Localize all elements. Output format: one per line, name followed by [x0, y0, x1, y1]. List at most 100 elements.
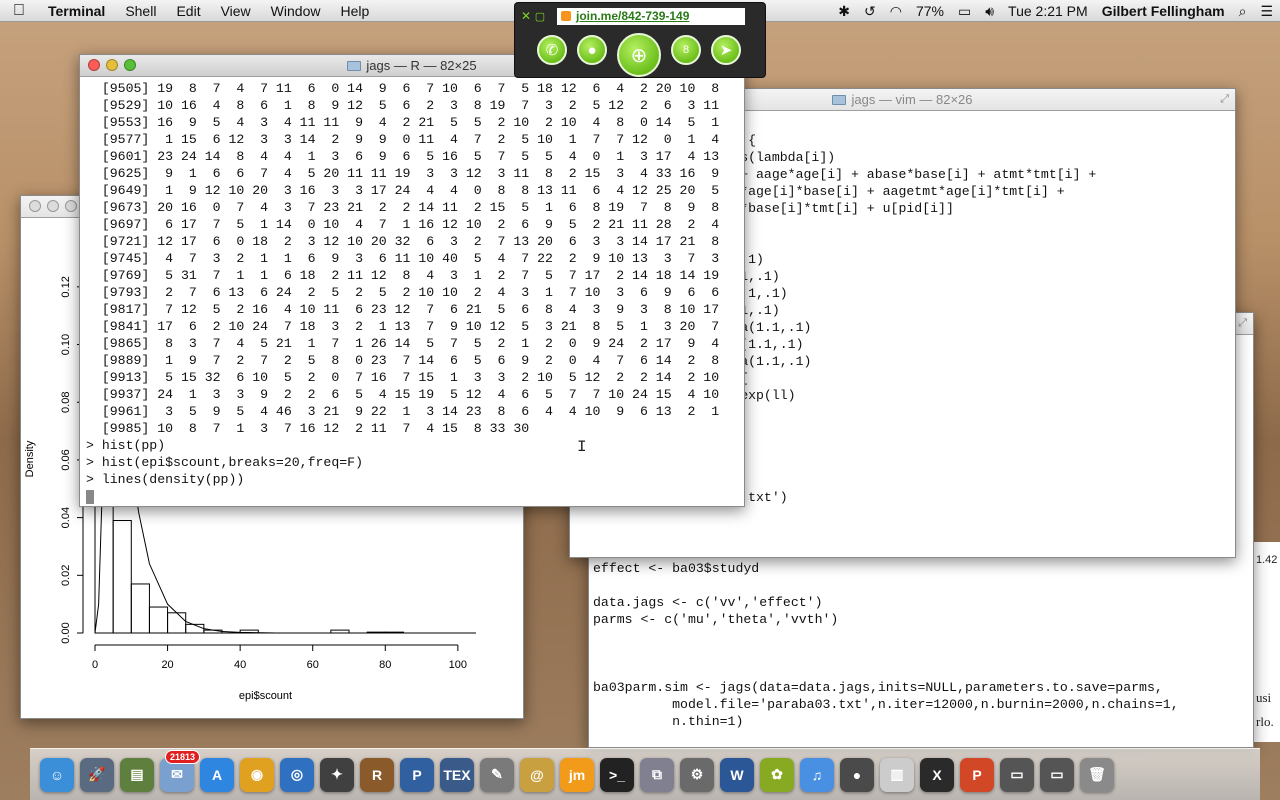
console-line: [9505] 19 8 7 4 7 11 6 0 14 9 6 7 10 6 7… [86, 81, 720, 96]
background-document-edge: 1.42 usi rlo. [1253, 542, 1280, 742]
bluetooth-icon[interactable]: ✱ [831, 3, 857, 20]
dock-growl-icon[interactable]: ✦ [320, 757, 354, 792]
dock-x11-icon[interactable]: X [920, 757, 954, 792]
dock-terminal-icon[interactable]: >_ [600, 757, 634, 792]
y-tick-label: 0.10 [60, 334, 72, 355]
menu-shell[interactable]: Shell [115, 3, 166, 19]
x-tick-label: 20 [161, 659, 173, 671]
pointer-icon[interactable]: ➤ [711, 35, 741, 65]
vim-title: jags — vim — 82×26 [851, 92, 973, 107]
console-line: [9913] 5 15 32 6 10 5 2 0 7 16 7 15 1 3 … [86, 370, 720, 385]
peek-text-2: usi [1256, 690, 1272, 705]
dock-window2-icon[interactable]: ▭ [1040, 757, 1074, 792]
x-axis-label: epi$scount [239, 690, 292, 702]
x-tick-label: 100 [449, 659, 467, 671]
close-button[interactable] [88, 59, 100, 71]
console-line: [9769] 5 31 7 1 1 6 18 2 11 12 8 4 3 1 2… [86, 268, 720, 283]
y-tick-label: 0.08 [60, 392, 72, 413]
status-area: ✱ ↺ ◠ 77% ▭ 🔊︎ Tue 2:21 PM Gilbert Felli… [831, 0, 1280, 22]
terminal3-line: n.thin=1) [593, 714, 744, 729]
dock-pandora-icon[interactable]: P [400, 757, 434, 792]
y-axis-label: Density [24, 440, 36, 477]
console-line: [9985] 10 8 7 1 3 7 16 12 2 11 7 4 15 8 … [86, 421, 530, 436]
menu-app-name[interactable]: Terminal [38, 3, 115, 19]
dock-trash-icon[interactable]: 🗑 [1080, 757, 1114, 792]
console-line: [9745] 4 7 3 2 1 1 6 9 3 6 11 10 40 5 4 … [86, 251, 720, 266]
notification-center-icon[interactable]: ☰ [1253, 3, 1280, 20]
close-icon[interactable]: ✕ [519, 9, 533, 23]
zoom-button[interactable] [124, 59, 136, 71]
joinme-url[interactable]: join.me/842-739-149 [557, 7, 745, 25]
folder-icon [832, 94, 847, 105]
dock-vmware-icon[interactable]: ⧉ [640, 757, 674, 792]
people-icon[interactable]: 8 [671, 35, 701, 65]
console-line: > hist(epi$scount,breaks=20,freq=F) [86, 455, 363, 470]
chat-icon[interactable]: ● [577, 35, 607, 65]
terminal3-line: ba03parm.sim <- jags(data=data.jags,init… [593, 680, 1163, 695]
dock-launchpad-icon[interactable]: 🚀 [80, 757, 114, 792]
terminal3-line [593, 662, 1253, 679]
battery-percent[interactable]: 77% [909, 3, 951, 19]
dock-window1-icon[interactable]: ▭ [1000, 757, 1034, 792]
dock-app-store-icon[interactable]: A [200, 757, 234, 792]
terminal3-line [593, 645, 1253, 662]
apple-icon[interactable]:  [0, 2, 38, 20]
menu-help[interactable]: Help [330, 3, 379, 19]
joinme-url-text: join.me/842-739-149 [576, 9, 690, 23]
y-tick-label: 0.12 [60, 276, 72, 297]
wifi-icon[interactable]: ◠ [883, 3, 909, 20]
r-terminal-title: jags — R — 82×25 [366, 58, 477, 73]
clock[interactable]: Tue 2:21 PM [1001, 3, 1095, 19]
terminal3-line: parms <- c('mu','theta','vvth') [593, 612, 839, 627]
dock-system-prefs-icon[interactable]: ⚙ [680, 757, 714, 792]
spotlight-icon[interactable]: ⌕ [1232, 3, 1254, 20]
time-machine-icon[interactable]: ↺ [857, 3, 883, 20]
dock: ☺ 🚀 ▤ ✉ 21813 A ◉ ◎ ✦ R P ΤΕΧ ✎ @ jm >_ ⧉ ⚙ W ✿ ♫ ● ▥ X P ▭ ▭ 🗑 [30, 748, 1260, 800]
dock-textedit-icon[interactable]: ✎ [480, 757, 514, 792]
menu-window[interactable]: Window [261, 3, 331, 19]
dock-chrome-icon[interactable]: ◉ [240, 757, 274, 792]
terminal3-line [593, 577, 1253, 594]
folder-icon [347, 60, 362, 71]
dock-powerpoint-icon[interactable]: P [960, 757, 994, 792]
menu-edit[interactable]: Edit [166, 3, 210, 19]
minimize-icon[interactable]: ▢ [533, 10, 547, 23]
joinme-toolbar: ✕ ▢ join.me/842-739-149 ✆ ● ⊕ 8 ➤ [514, 2, 766, 78]
dock-itunes-icon[interactable]: ♫ [800, 757, 834, 792]
dock-mail-icon[interactable]: ✉ 21813 [160, 749, 200, 792]
console-line: [9529] 10 16 4 8 6 1 8 9 12 5 6 2 3 8 19… [86, 98, 720, 113]
minimize-button[interactable] [106, 59, 118, 71]
battery-icon[interactable]: ▭ [951, 3, 978, 20]
histogram-bar [185, 623, 205, 634]
menu-view[interactable]: View [211, 3, 261, 19]
console-line: [9553] 16 9 5 4 3 4 11 11 9 4 2 21 5 5 2… [86, 115, 720, 130]
fullscreen-icon[interactable]: ⤢ [1238, 317, 1247, 330]
volume-icon[interactable]: 🔊︎ [978, 3, 1001, 20]
console-line: [9649] 1 9 12 10 20 3 16 3 3 17 24 4 4 0… [86, 183, 720, 198]
console-line: [9841] 17 6 2 10 24 7 18 3 2 1 13 7 9 10… [86, 319, 720, 334]
dock-joinme-icon[interactable]: jm [560, 757, 594, 792]
zoom-icon[interactable]: ⊕ [617, 33, 661, 77]
dock-safari-icon[interactable]: ◎ [280, 757, 314, 792]
dock-finder-icon[interactable]: ☺ [40, 757, 74, 792]
y-tick-label: 0.06 [60, 449, 72, 470]
dock-contacts-icon[interactable]: @ [520, 757, 554, 792]
r-console-output[interactable]: [9505] 19 8 7 4 7 11 6 0 14 9 6 7 10 6 7… [80, 77, 744, 506]
console-line: [9961] 3 5 9 5 4 46 3 21 9 22 1 3 14 23 … [86, 404, 720, 419]
dock-preview-icon[interactable]: ▤ [120, 757, 154, 792]
fullscreen-icon[interactable]: ⤢ [1220, 93, 1229, 106]
dock-camera-icon[interactable]: ● [840, 757, 874, 792]
user-name[interactable]: Gilbert Fellingham [1095, 3, 1232, 19]
console-line: [9937] 24 1 3 3 9 2 2 6 5 4 15 19 5 12 4… [86, 387, 720, 402]
console-line: [9577] 1 15 6 12 3 3 14 2 9 9 0 11 4 7 2… [86, 132, 720, 147]
phone-icon[interactable]: ✆ [537, 35, 567, 65]
people-count: 8 [682, 44, 690, 56]
dock-r-icon[interactable]: R [360, 757, 394, 792]
dock-latex-icon[interactable]: ΤΕΧ [440, 757, 474, 792]
x-tick-label: 0 [92, 659, 98, 671]
console-line: [9817] 7 12 5 2 16 4 10 11 6 23 12 7 6 2… [86, 302, 720, 317]
dock-word-icon[interactable]: W [720, 757, 754, 792]
dock-pinwheel-icon[interactable]: ✿ [760, 757, 794, 792]
dock-preview2-icon[interactable]: ▥ [880, 757, 914, 792]
r-terminal-window[interactable]: jags — R — 82×25 ⤢ [9505] 19 8 7 4 7 11 … [79, 54, 745, 507]
